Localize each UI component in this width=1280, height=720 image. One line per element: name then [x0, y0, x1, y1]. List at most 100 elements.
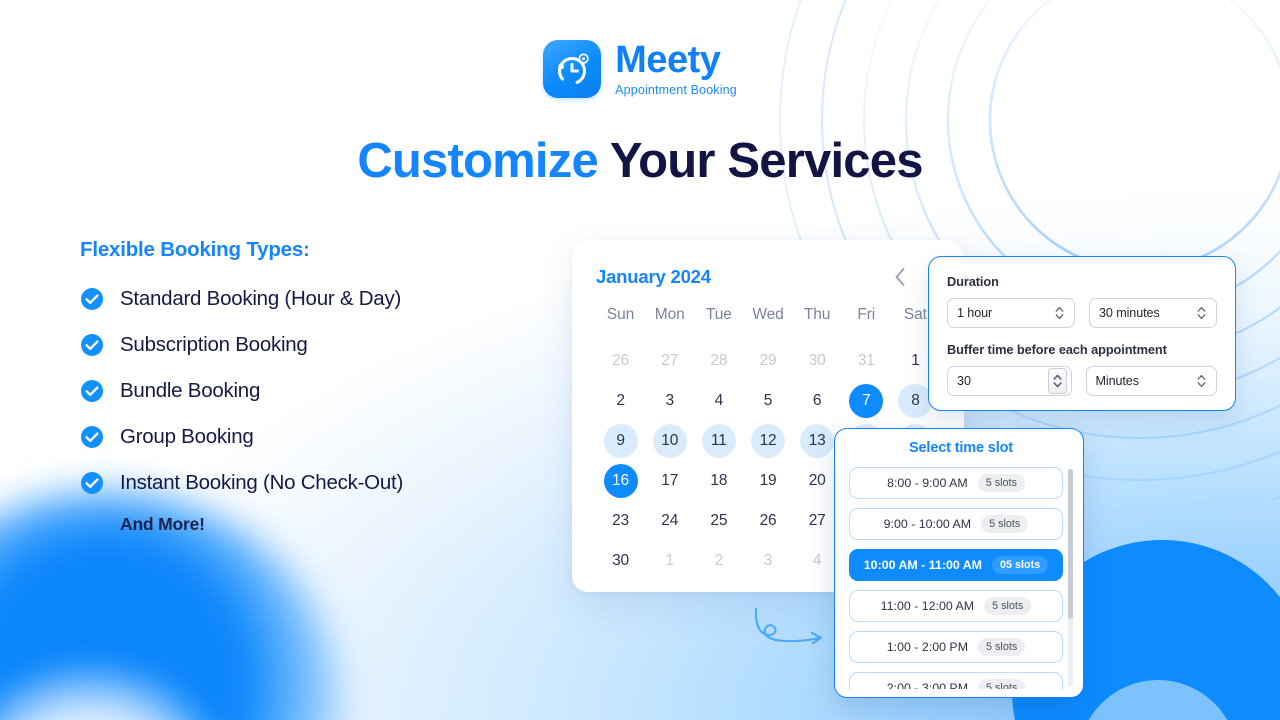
calendar-cell[interactable]: 30 [793, 344, 842, 378]
calendar-cell[interactable]: 10 [645, 424, 694, 458]
calendar-cell[interactable]: 5 [743, 384, 792, 418]
features-section: Flexible Booking Types: Standard Booking… [80, 238, 550, 535]
time-slot-row[interactable]: 10:00 AM - 11:00 AM 05 slots [849, 549, 1063, 581]
clock-stopwatch-icon [543, 40, 602, 98]
calendar-cell[interactable]: 3 [645, 384, 694, 418]
calendar-cell[interactable]: 1 [645, 544, 694, 578]
time-slot-row[interactable]: 2:00 - 3:00 PM 5 slots [849, 672, 1063, 689]
calendar-cell[interactable]: 6 [793, 384, 842, 418]
calendar-dow: Mon [654, 306, 685, 323]
buffer-row: 30 Minutes [947, 366, 1217, 396]
time-slot-row[interactable]: 8:00 - 9:00 AM 5 slots [849, 467, 1063, 499]
calendar-day-7[interactable]: 7 [849, 384, 884, 418]
calendar-day-27[interactable]: 27 [800, 504, 834, 538]
calendar-cell[interactable]: 31 [842, 344, 891, 378]
buffer-time-value: 30 [957, 374, 972, 388]
calendar-cell[interactable]: 27 [645, 344, 694, 378]
calendar-day-12[interactable]: 12 [750, 424, 785, 458]
calendar-day-28[interactable]: 28 [702, 344, 736, 378]
calendar-day-25[interactable]: 25 [702, 504, 736, 538]
time-slot-title: Select time slot [909, 440, 1013, 456]
calendar-cell[interactable]: 12 [743, 424, 792, 458]
time-slot-count-badge: 5 slots [978, 638, 1026, 656]
time-slot-count-badge: 5 slots [981, 515, 1029, 533]
calendar-day-19[interactable]: 19 [751, 464, 785, 498]
calendar-day-29[interactable]: 29 [751, 344, 785, 378]
feature-label: Bundle Booking [120, 379, 261, 402]
page-title: Customize Your Services [0, 133, 1280, 189]
calendar-day-30[interactable]: 30 [800, 344, 834, 378]
feature-label: Group Booking [120, 425, 254, 448]
calendar-day-30[interactable]: 30 [604, 544, 638, 578]
calendar-day-11[interactable]: 11 [701, 424, 736, 458]
calendar-day-23[interactable]: 23 [604, 504, 638, 538]
calendar-cell[interactable]: 26 [596, 344, 645, 378]
calendar-day-26[interactable]: 26 [604, 344, 638, 378]
scrollbar-thumb[interactable] [1068, 469, 1073, 619]
calendar-cell[interactable]: 16 [596, 464, 645, 498]
duration-row: 1 hour 30 minutes [947, 298, 1217, 328]
calendar-day-4[interactable]: 4 [800, 544, 834, 578]
brand-tagline: Appointment Booking [615, 82, 737, 97]
calendar-cell[interactable]: 29 [743, 344, 792, 378]
time-slot-row[interactable]: 11:00 - 12:00 AM 5 slots [849, 590, 1063, 622]
calendar-day-4[interactable]: 4 [702, 384, 736, 418]
calendar-cell[interactable]: 26 [743, 504, 792, 538]
time-slot-row[interactable]: 1:00 - 2:00 PM 5 slots [849, 631, 1063, 663]
duration-hours-select[interactable]: 1 hour [947, 298, 1075, 328]
calendar-day-2[interactable]: 2 [604, 384, 638, 418]
calendar-cell[interactable]: 25 [694, 504, 743, 538]
calendar-day-3[interactable]: 3 [653, 384, 687, 418]
time-slot-panel: Select time slot 8:00 - 9:00 AM 5 slots 9:… [834, 428, 1084, 698]
features-title: Flexible Booking Types: [80, 238, 310, 261]
calendar-day-31[interactable]: 31 [849, 344, 883, 378]
calendar-cell[interactable]: 19 [743, 464, 792, 498]
time-slot-time: 11:00 - 12:00 AM [880, 599, 975, 613]
calendar-cell[interactable]: 3 [743, 544, 792, 578]
calendar-cell[interactable]: 9 [596, 424, 645, 458]
calendar-day-5[interactable]: 5 [751, 384, 785, 418]
buffer-time-input[interactable]: 30 [947, 366, 1072, 396]
time-slot-row[interactable]: 9:00 - 10:00 AM 5 slots [849, 508, 1063, 540]
calendar-day-3[interactable]: 3 [751, 544, 785, 578]
calendar-cell[interactable]: 18 [694, 464, 743, 498]
calendar-day-13[interactable]: 13 [800, 424, 835, 458]
calendar-cell[interactable]: 17 [645, 464, 694, 498]
calendar-cell[interactable]: 7 [842, 384, 891, 418]
calendar-cell[interactable]: 11 [694, 424, 743, 458]
calendar-day-26[interactable]: 26 [751, 504, 785, 538]
duration-panel: Duration 1 hour 30 minutes Buffer time b… [928, 256, 1236, 411]
time-slot-time: 9:00 - 10:00 AM [883, 517, 972, 531]
time-slot-count-badge: 05 slots [992, 556, 1049, 574]
calendar-day-27[interactable]: 27 [653, 344, 687, 378]
check-circle-icon [81, 426, 103, 448]
brand-logo: Meety Appointment Booking [0, 40, 1280, 98]
calendar-cell[interactable]: 30 [596, 544, 645, 578]
calendar-dow: Fri [857, 306, 876, 323]
calendar-cell[interactable]: 28 [694, 344, 743, 378]
calendar-day-10[interactable]: 10 [652, 424, 687, 458]
calendar-cell[interactable]: 4 [694, 384, 743, 418]
calendar-day-17[interactable]: 17 [653, 464, 687, 498]
calendar-day-24[interactable]: 24 [653, 504, 687, 538]
check-circle-icon [81, 334, 103, 356]
up-down-stepper-icon[interactable] [1047, 368, 1067, 394]
calendar-cell[interactable]: 2 [596, 384, 645, 418]
time-slot-list: 8:00 - 9:00 AM 5 slots 9:00 - 10:00 AM 5 sl… [849, 467, 1073, 689]
calendar-day-6[interactable]: 6 [800, 384, 834, 418]
calendar-day-16[interactable]: 16 [603, 464, 638, 498]
calendar-cell[interactable]: 2 [694, 544, 743, 578]
calendar-dow: Thu [803, 306, 831, 323]
calendar-day-1[interactable]: 1 [653, 544, 687, 578]
buffer-unit-select[interactable]: Minutes [1085, 366, 1217, 396]
calendar-day-18[interactable]: 18 [702, 464, 736, 498]
calendar-day-9[interactable]: 9 [603, 424, 638, 458]
duration-minutes-select[interactable]: 30 minutes [1089, 298, 1217, 328]
calendar-cell[interactable]: 23 [596, 504, 645, 538]
chevron-left-icon[interactable] [894, 267, 906, 287]
calendar-day-2[interactable]: 2 [702, 544, 736, 578]
time-slot-count-badge: 5 slots [978, 679, 1026, 689]
calendar-day-20[interactable]: 20 [800, 464, 834, 498]
calendar-cell[interactable]: 24 [645, 504, 694, 538]
duration-label: Duration [947, 274, 999, 289]
